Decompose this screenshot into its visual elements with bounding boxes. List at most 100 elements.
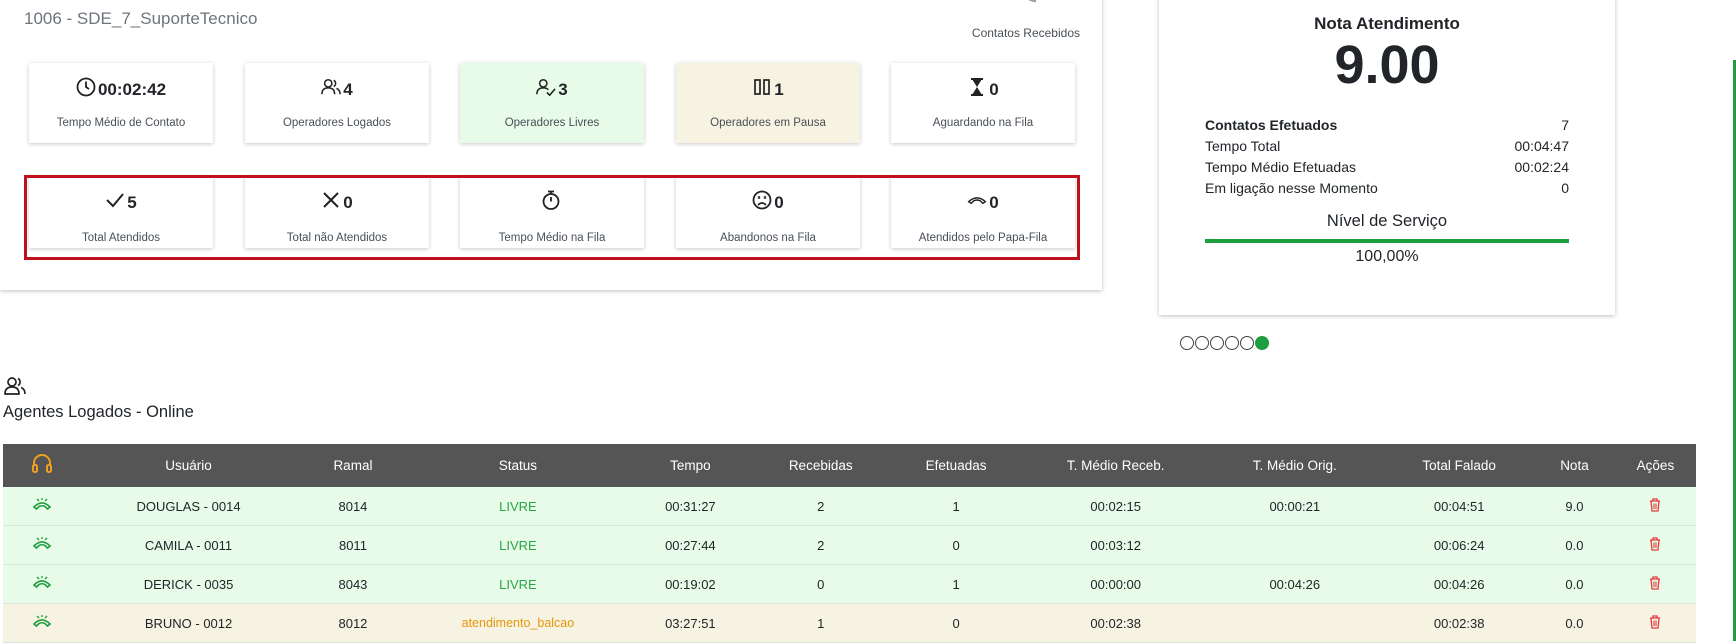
col-header[interactable]: Tempo (625, 444, 755, 487)
queue-name: 1006 - SDE_7_SuporteTecnico (24, 9, 258, 28)
col-header[interactable]: T. Médio Orig. (1205, 444, 1384, 487)
cell-avg-originated (1205, 525, 1385, 565)
cell-status: atendimento_balcao (410, 603, 626, 643)
stat-value: 00:02:42 (97, 79, 167, 99)
table-row: BRUNO - 0012 8012 atendimento_balcao 03:27:… (3, 603, 1696, 643)
cell-made: 0 (885, 525, 1027, 565)
cell-received: 1 (755, 603, 886, 643)
users-icon (321, 77, 342, 102)
rating-row-label: Tempo Total (1205, 138, 1281, 154)
cell-received: 2 (755, 487, 886, 526)
hourglass-icon (967, 77, 987, 102)
agents-title: Agentes Logados - Online (3, 403, 194, 421)
cell-time: 00:27:44 (625, 525, 756, 565)
trash-icon[interactable] (1614, 487, 1696, 526)
cell-extension: 8012 (295, 603, 411, 643)
agents-table: Usuário Ramal Status Tempo Recebidas Efe… (3, 444, 1696, 643)
received-label: Contatos Recebidos (971, 26, 1080, 40)
stat-card-paused-operators: 1 Operadores em Pausa (676, 63, 860, 143)
carousel-dot[interactable] (1240, 336, 1254, 350)
col-header[interactable]: T. Médio Receb. (1026, 444, 1205, 487)
col-header[interactable]: Recebidas (755, 444, 886, 487)
svg-text:5: 5 (1036, 0, 1053, 4)
cell-status: LIVRE (410, 525, 626, 565)
cell-total-talked: 00:06:24 (1384, 525, 1535, 565)
rating-row: Em ligação nesse Momento 0 (1205, 180, 1569, 196)
rating-row: Contatos Efetuados 7 (1205, 117, 1569, 133)
cell-total-talked: 00:04:51 (1384, 487, 1535, 526)
table-row: DOUGLAS - 0014 8014 LIVRE 00:31:27 2 1 00:02:1… (3, 487, 1696, 526)
cell-status: LIVRE (410, 487, 626, 526)
cell-avg-received: 00:02:15 (1026, 487, 1206, 526)
rating-panel: Nota Atendimento 9.00 Contatos Efetuados… (1159, 0, 1615, 315)
stat-card-waiting-queue: 0 Aguardando na Fila (891, 63, 1075, 143)
rating-row: Tempo Total 00:04:47 (1205, 138, 1569, 154)
cell-score: 9.0 (1534, 487, 1615, 526)
carousel-dot[interactable] (1210, 336, 1224, 350)
cell-extension: 8011 (295, 525, 411, 565)
cell-time: 00:31:27 (625, 487, 756, 526)
cell-time: 00:19:02 (625, 564, 756, 604)
carousel-dot[interactable] (1225, 336, 1239, 350)
cell-received: 2 (755, 525, 886, 565)
rating-row: Tempo Médio Efetuadas 00:02:24 (1205, 159, 1569, 175)
col-header[interactable]: Efetuadas (886, 444, 1026, 487)
cell-avg-originated: 00:00:21 (1205, 487, 1385, 526)
table-row: CAMILA - 0011 8011 LIVRE 00:27:44 2 0 00:03:12… (3, 525, 1696, 565)
call-status-icon (3, 564, 82, 604)
carousel-dot[interactable] (1195, 336, 1209, 350)
highlight-box (24, 175, 1080, 260)
rating-row-value: 0 (1561, 180, 1569, 196)
user-check-icon (536, 77, 556, 102)
cell-score: 0.0 (1534, 564, 1615, 604)
cell-status: LIVRE (410, 564, 626, 604)
cell-avg-received: 00:02:38 (1026, 603, 1206, 643)
stat-label: Operadores Logados (282, 117, 392, 129)
cell-extension: 8043 (295, 564, 411, 604)
rating-row-label: Em ligação nesse Momento (1205, 180, 1378, 196)
cell-time: 03:27:51 (625, 603, 756, 643)
stat-label: Tempo Médio de Contato (56, 117, 186, 129)
cell-total-talked: 00:02:38 (1384, 603, 1535, 643)
cell-score: 0.0 (1534, 603, 1615, 643)
pause-icon (752, 77, 772, 102)
cell-user: DOUGLAS - 0014 (81, 487, 296, 526)
cell-extension: 8014 (295, 487, 411, 526)
service-level-bar-fill (1205, 239, 1569, 243)
cell-user: DERICK - 0035 (81, 564, 296, 604)
rating-row-value: 00:04:47 (1514, 138, 1570, 154)
users-icon (4, 376, 26, 396)
col-header[interactable]: Usuário (82, 444, 296, 487)
headset-icon (3, 444, 82, 487)
rating-title: Nota Atendimento (1314, 14, 1460, 33)
stat-label: Aguardando na Fila (932, 117, 1034, 129)
cell-received: 0 (755, 564, 886, 604)
cell-made: 0 (885, 603, 1027, 643)
clock-icon (76, 77, 96, 102)
stat-card-free-operators: 3 Operadores Livres (460, 63, 644, 143)
rating-row-value: 00:02:24 (1514, 159, 1570, 175)
trash-icon[interactable] (1614, 603, 1696, 643)
call-status-icon (3, 603, 82, 643)
rating-row-label: Tempo Médio Efetuadas (1205, 159, 1356, 175)
col-header[interactable]: Ramal (295, 444, 410, 487)
stat-value: 3 (558, 79, 568, 99)
col-header[interactable]: Nota (1534, 444, 1615, 487)
trash-icon[interactable] (1614, 564, 1696, 604)
rating-row-label: Contatos Efetuados (1205, 117, 1338, 133)
rating-row-value: 7 (1561, 117, 1569, 133)
cell-avg-originated: 00:04:26 (1205, 564, 1385, 604)
col-header[interactable]: Status (411, 444, 626, 487)
service-level-bar (1205, 239, 1569, 243)
cell-avg-originated (1205, 603, 1385, 643)
carousel-dot[interactable] (1255, 336, 1269, 350)
trash-icon[interactable] (1614, 525, 1696, 565)
carousel-dot[interactable] (1180, 336, 1194, 350)
call-status-icon (3, 487, 82, 526)
stat-label: Operadores Livres (504, 117, 600, 129)
col-header[interactable]: Total Falado (1384, 444, 1534, 487)
table-row: DERICK - 0035 8043 LIVRE 00:19:02 0 1 00:00:00… (3, 564, 1696, 604)
stat-card-avg-contact: 00:02:42 Tempo Médio de Contato (29, 63, 213, 143)
phone-icon: 5 (1014, 0, 1064, 4)
cell-avg-received: 00:03:12 (1026, 525, 1206, 565)
